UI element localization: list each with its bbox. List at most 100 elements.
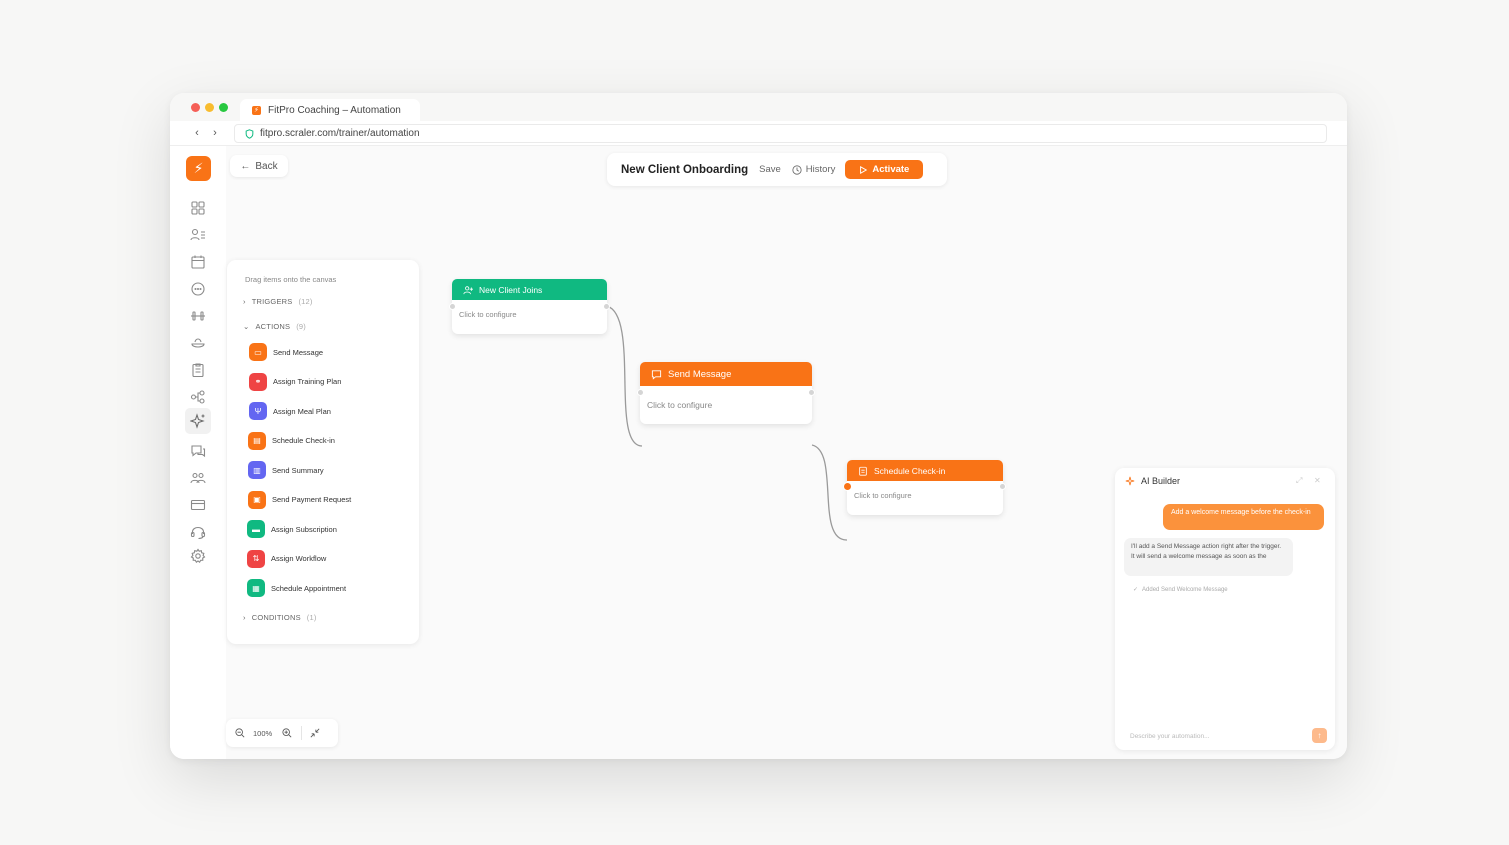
- input-port[interactable]: [843, 482, 852, 491]
- node-body[interactable]: Click to configure: [640, 386, 812, 424]
- payment-icon: ▣: [248, 490, 266, 509]
- connection-line: [606, 305, 643, 447]
- workflow-title[interactable]: New Client Onboarding: [621, 164, 748, 176]
- ai-prompt-input[interactable]: Describe your automation...: [1124, 728, 1310, 744]
- palette-item[interactable]: ⚭ Assign Training Plan: [249, 372, 342, 391]
- calendar-icon[interactable]: [190, 254, 206, 270]
- output-port[interactable]: [999, 483, 1006, 490]
- input-port[interactable]: [449, 303, 456, 310]
- clients-icon[interactable]: [190, 227, 206, 243]
- history-button[interactable]: History: [792, 164, 835, 175]
- url-text: fitpro.scraler.com/trainer/automation: [260, 128, 420, 139]
- palette-item-label: Schedule Appointment: [271, 583, 347, 593]
- back-button[interactable]: ← Back: [230, 155, 288, 177]
- palette-hint: Drag items onto the canvas: [245, 275, 337, 284]
- ai-panel-title: AI Builder: [1125, 476, 1180, 486]
- nutrition-icon[interactable]: [190, 335, 206, 351]
- input-port[interactable]: [637, 389, 644, 396]
- chevron-right-icon: ›: [243, 297, 246, 306]
- message-icon: [651, 369, 662, 380]
- node-title: Send Message: [668, 368, 732, 380]
- workflow-icon[interactable]: [190, 389, 206, 405]
- close-icon[interactable]: ✕: [1314, 476, 1321, 485]
- chevron-right-icon: ›: [243, 613, 246, 622]
- group-count: (12): [298, 297, 313, 306]
- palette-item[interactable]: Ψ Assign Meal Plan: [249, 402, 331, 420]
- back-nav-icon[interactable]: ‹: [188, 127, 206, 139]
- node-send-message[interactable]: Send Message Click to configure: [637, 362, 815, 424]
- tab-title: FitPro Coaching – Automation: [268, 104, 401, 116]
- palette-item-label: Schedule Check-in: [272, 436, 335, 445]
- sidebar-item-automation[interactable]: [185, 408, 211, 434]
- expand-icon[interactable]: ⤢: [1296, 476, 1302, 486]
- palette-item[interactable]: ▤ Schedule Check-in: [248, 431, 335, 450]
- node-header: New Client Joins: [452, 279, 607, 300]
- user-plus-icon: [463, 285, 473, 294]
- node-header: Send Message: [640, 362, 812, 386]
- palette-item[interactable]: ▭ Send Message: [249, 343, 323, 361]
- title-bar: ⚡ FitPro Coaching – Automation: [170, 93, 1347, 121]
- output-port[interactable]: [603, 303, 610, 310]
- node-title: New Client Joins: [479, 284, 543, 295]
- settings-icon[interactable]: [190, 548, 206, 564]
- palette-item-label: Assign Training Plan: [273, 377, 342, 386]
- dashboard-icon[interactable]: [190, 200, 206, 216]
- palette-item[interactable]: ▣ Send Payment Request: [248, 490, 351, 509]
- support-icon[interactable]: [190, 524, 206, 540]
- arrow-up-icon: ↑: [1317, 731, 1322, 740]
- chat-icon[interactable]: [190, 281, 206, 297]
- app-logo[interactable]: ⚡: [186, 156, 211, 181]
- app-favicon-icon: ⚡: [252, 105, 261, 115]
- zoom-controls: 100%: [226, 719, 338, 747]
- workflow-icon: ⇅: [247, 549, 265, 568]
- payments-icon[interactable]: [190, 497, 206, 513]
- node-body[interactable]: Click to configure: [452, 300, 607, 328]
- group-conditions[interactable]: › CONDITIONS (1): [243, 613, 317, 622]
- group-triggers[interactable]: › TRIGGERS (12): [243, 297, 313, 306]
- forward-nav-icon[interactable]: ›: [206, 127, 224, 139]
- output-port[interactable]: [808, 389, 815, 396]
- check-icon: ✓: [1133, 587, 1139, 593]
- fit-view-icon[interactable]: [310, 728, 320, 738]
- dumbbell-icon[interactable]: [190, 308, 206, 324]
- clipboard-icon[interactable]: [190, 362, 206, 378]
- url-field[interactable]: fitpro.scraler.com/trainer/automation: [234, 124, 1327, 143]
- messages-icon[interactable]: [190, 443, 206, 459]
- utensils-icon: Ψ: [249, 402, 267, 420]
- maximize-window-button[interactable]: [219, 103, 228, 112]
- assistant-message: I'll add a Send Message action right aft…: [1124, 538, 1293, 576]
- zoom-out-icon[interactable]: [235, 728, 245, 738]
- zoom-in-icon[interactable]: [282, 728, 292, 738]
- sidebar: ⚡: [170, 146, 226, 759]
- sparkles-icon: [189, 413, 205, 429]
- activate-label: Activate: [872, 164, 910, 175]
- send-button[interactable]: ↑: [1312, 728, 1327, 743]
- message-icon: ▭: [249, 343, 267, 361]
- clipboard-icon: [859, 466, 867, 476]
- node-title: Schedule Check-in: [874, 465, 946, 476]
- palette-item[interactable]: ▬ Assign Subscription: [247, 520, 337, 538]
- app-area: ⚡ ← Back New Client Onboarding Save Hist…: [170, 146, 1347, 759]
- palette-item[interactable]: ⇅ Assign Workflow: [247, 549, 327, 568]
- node-body[interactable]: Click to configure: [847, 481, 1003, 509]
- group-label: CONDITIONS: [251, 613, 301, 622]
- divider: [301, 726, 303, 740]
- node-new-client-joins[interactable]: New Client Joins Click to configure: [449, 279, 610, 334]
- back-label: Back: [255, 160, 278, 172]
- clock-icon: [792, 164, 802, 175]
- address-bar: ‹ › fitpro.scraler.com/trainer/automatio…: [170, 121, 1347, 146]
- save-button[interactable]: Save: [759, 164, 781, 175]
- activate-button[interactable]: Activate: [845, 160, 924, 179]
- palette-item[interactable]: ▥ Send Summary: [248, 461, 324, 479]
- minimize-window-button[interactable]: [205, 103, 214, 112]
- palette-item-label: Assign Workflow: [271, 554, 327, 563]
- sparkle-icon: [1125, 476, 1135, 486]
- team-icon[interactable]: [190, 470, 206, 486]
- palette-item[interactable]: ▦ Schedule Appointment: [247, 579, 346, 597]
- browser-tab[interactable]: ⚡ FitPro Coaching – Automation: [240, 99, 420, 121]
- node-schedule-check-in[interactable]: Schedule Check-in Click to configure: [843, 460, 1006, 515]
- clipboard-icon: ▤: [248, 431, 266, 450]
- group-label: ACTIONS: [255, 322, 291, 331]
- group-actions[interactable]: ⌄ ACTIONS (9): [243, 322, 306, 331]
- close-window-button[interactable]: [191, 103, 200, 112]
